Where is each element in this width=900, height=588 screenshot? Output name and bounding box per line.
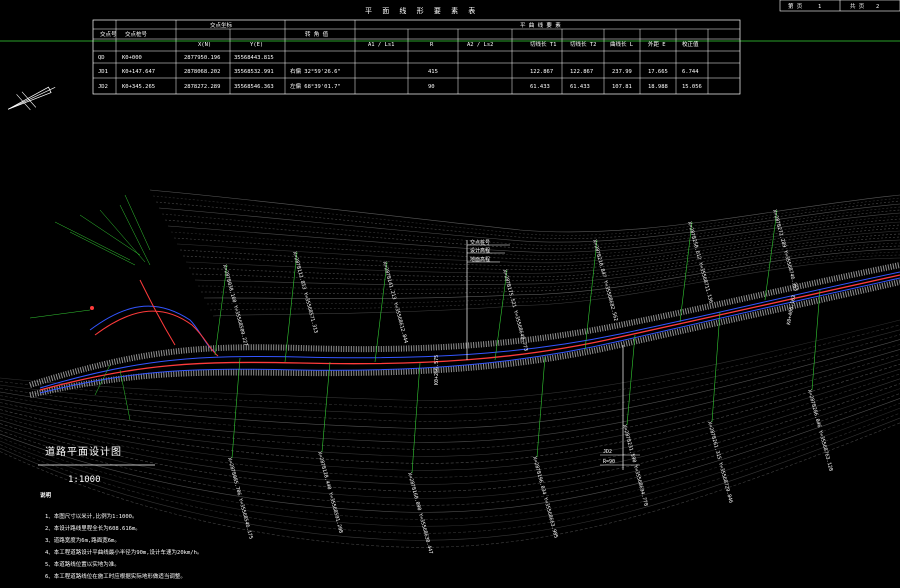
drawing-scale: 1:1000 — [68, 475, 101, 485]
table-cell: JD1 — [98, 69, 108, 75]
cad-drawing-canvas: 第 页 1 共 页 2 平 面 线 形 要 素 表 交点桩号 交点号 交点坐标 … — [0, 0, 900, 588]
note-4: 4、本工程道路设计平曲线最小半径为90m,设计车速为20km/h。 — [45, 548, 202, 556]
drawing-title-block: 道路平面设计图 1:1000 — [38, 445, 155, 485]
table-title: 平 面 线 形 要 素 表 — [365, 6, 478, 15]
table-cell: 2878272.289 — [184, 84, 220, 90]
table-cell: 35568532.991 — [234, 69, 274, 75]
callout-leader — [627, 335, 635, 425]
table-cell: 右偏 32°59'26.6" — [290, 67, 341, 75]
group-curve-header: 平 曲 线 要 素 — [520, 21, 561, 29]
note-5: 5、本道路线位置以实地为准。 — [45, 560, 120, 568]
col-t2-header: 切线长 T2 — [570, 40, 596, 48]
drawing-title: 道路平面设计图 — [45, 445, 122, 458]
note-1: 1、本图尺寸以米计,比例为1:1000。 — [45, 512, 138, 520]
table-cell: 35568443.815 — [234, 55, 274, 61]
callout-leader — [712, 312, 720, 422]
note-3: 3、道路宽度为6m,路面宽6m。 — [45, 536, 120, 544]
table-cell: JD2 — [98, 84, 108, 90]
junction-point-marker — [90, 306, 94, 310]
table-cell: 2878068.202 — [184, 69, 220, 75]
title-block-total-no: 2 — [876, 4, 879, 10]
note-2: 2、本设计路线里程全长为608.616m。 — [45, 524, 141, 532]
col-d-header: 校正值 — [682, 40, 699, 48]
col-t1-header: 切线长 T1 — [530, 40, 556, 48]
table-cell: K0+147.647 — [122, 69, 155, 75]
junction-callouts — [30, 195, 150, 420]
col-no-header: 交点号 — [100, 30, 117, 38]
table-cell: QD — [98, 55, 105, 61]
col-a1-header: A1 / Ls1 — [368, 42, 395, 48]
table-cell: 90 — [428, 84, 435, 90]
table-cell: 415 — [428, 69, 438, 75]
table-cell: 17.665 — [648, 69, 668, 75]
table-cell: K0+000 — [122, 55, 142, 61]
col-l-header: 曲线长 L — [610, 40, 634, 48]
table-cell: 237.99 — [612, 69, 632, 75]
note-6: 6、本工程道路线位在施工时应根据实际地形做适当调整。 — [45, 572, 186, 580]
title-block: 第 页 1 共 页 2 — [780, 0, 900, 11]
mid-legend-2: 设计高程 — [470, 247, 490, 254]
table-cell: 122.867 — [570, 69, 593, 75]
far-legend-1: JD2 — [603, 449, 612, 455]
table-cell: 61.433 — [570, 84, 590, 90]
road-shoulder-right — [30, 282, 900, 395]
table-cell: 6.744 — [682, 69, 699, 75]
title-block-total-label: 共 页 — [850, 2, 865, 10]
callout-leader — [585, 240, 597, 350]
far-legend-2: R=90 — [603, 459, 615, 465]
table-cell: K0+345.265 — [122, 84, 155, 90]
col-a2-header: A2 / Ls2 — [467, 42, 494, 48]
table-cell: 左偏 68°39'01.7" — [290, 82, 341, 90]
north-arrow-icon — [4, 78, 60, 118]
table-cell: 122.867 — [530, 69, 553, 75]
table-cell: 2877950.196 — [184, 55, 220, 61]
coordinate-label: X=2878250.612 Y=35568711.136 — [686, 221, 714, 304]
coordinate-label: X=2878231.590 Y=35568694.778 — [621, 424, 649, 507]
coordinate-label: X=2878112.853 Y=35568571.313 — [291, 251, 319, 334]
road-edge-left — [40, 272, 900, 388]
mid-legend-1: 交点桩号 — [470, 239, 490, 246]
callout-leader — [537, 357, 545, 457]
notes-heading: 说明 — [40, 491, 52, 499]
coordinate-label: X=2878196.034 Y=35568663.985 — [531, 456, 559, 539]
table-cell: 61.433 — [530, 84, 550, 90]
table-cell: 15.056 — [682, 84, 702, 90]
col-y-header: Y(E) — [250, 42, 263, 48]
table-cell: 18.988 — [648, 84, 668, 90]
coordinate-label: X=2878085.706 Y=35568546.175 — [226, 457, 254, 540]
table-cell: 35568546.363 — [234, 84, 274, 90]
drawing-notes: 说明 1、本图尺寸以米计,比例为1:1000。 2、本设计路线里程全长为608.… — [40, 491, 202, 580]
col-e-header: 外距 E — [648, 40, 666, 48]
mid-legend-3: 地面高程 — [470, 256, 490, 263]
group-coord-header: 交点坐标 — [210, 21, 233, 29]
col-x-header: X(N) — [198, 42, 211, 48]
coordinate-label: X=2878210.847 Y=35568682.562 — [591, 239, 619, 322]
table-cell: 107.81 — [612, 84, 632, 90]
title-block-page-label: 第 页 — [788, 2, 803, 10]
alignment-elements-table: 平 面 线 形 要 素 表 交点桩号 交点号 交点坐标 X(N) Y(E) 转 … — [93, 6, 740, 94]
table-body: QD K0+000 2877950.196 35568443.815 JD1 K0+147… — [98, 55, 702, 90]
terrain-contours — [0, 190, 900, 547]
col-r-header: R — [430, 42, 434, 48]
station-mid-label: K0+256.575 — [434, 355, 440, 385]
coordinate-label: X=2878038.160 Y=35568509.227 — [221, 264, 249, 347]
title-block-page-no: 1 — [818, 4, 821, 10]
col-station-header: 交点桩号 — [125, 30, 148, 38]
col-angle-header: 转 角 值 — [305, 30, 329, 38]
coordinate-label: X=2878175.521 Y=35568648.773 — [501, 269, 529, 352]
